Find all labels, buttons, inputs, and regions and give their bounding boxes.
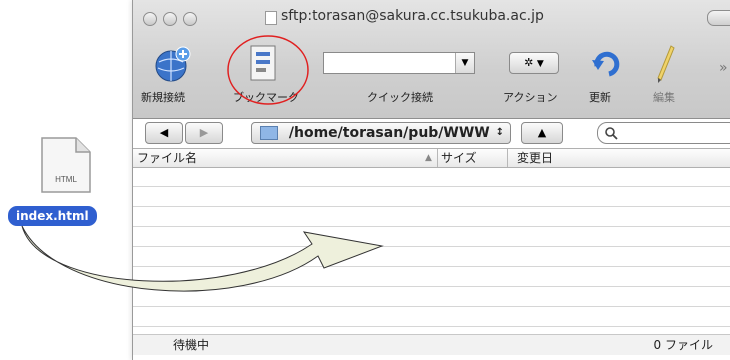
file-list-header: ファイル名 ▲ サイズ 変更日 bbox=[133, 148, 730, 168]
list-row bbox=[133, 307, 730, 327]
document-icon bbox=[265, 11, 277, 25]
path-popup[interactable]: /home/torasan/pub/WWW ↕ bbox=[251, 122, 511, 144]
status-bar: 待機中 0 ファイル bbox=[133, 334, 730, 355]
column-divider bbox=[437, 149, 438, 167]
close-button[interactable] bbox=[143, 12, 157, 26]
current-path: /home/torasan/pub/WWW bbox=[288, 125, 490, 141]
toolbar-toggle-button[interactable] bbox=[707, 10, 730, 26]
globe-plus-icon bbox=[155, 46, 191, 82]
chevron-updown-icon: ↕ bbox=[495, 127, 504, 138]
up-arrow-icon: ▲ bbox=[537, 126, 547, 139]
minimize-button[interactable] bbox=[163, 12, 177, 26]
list-row bbox=[133, 227, 730, 247]
file-name-label[interactable]: index.html bbox=[8, 206, 97, 226]
refresh-label: 更新 bbox=[589, 91, 611, 104]
file-count: 0 ファイル bbox=[653, 338, 713, 352]
sort-ascending-icon: ▲ bbox=[425, 153, 432, 163]
list-row bbox=[133, 167, 730, 187]
refresh-button[interactable] bbox=[589, 46, 629, 86]
action-menu-button[interactable]: ✲ ▼ bbox=[509, 52, 559, 74]
action-label: アクション bbox=[503, 91, 558, 104]
search-field[interactable] bbox=[597, 122, 730, 144]
toolbar-overflow-icon[interactable]: » bbox=[719, 60, 728, 76]
pencil-icon bbox=[657, 45, 675, 83]
forward-button[interactable]: ▶ bbox=[185, 122, 223, 144]
list-row bbox=[133, 287, 730, 307]
list-row bbox=[133, 207, 730, 227]
window-title-text: sftp:torasan@sakura.cc.tsukuba.ac.jp bbox=[281, 8, 544, 24]
bookmark-label: ブックマーク bbox=[233, 91, 299, 104]
quick-connect-combobox[interactable]: ▼ bbox=[323, 52, 475, 74]
edit-label: 編集 bbox=[653, 91, 675, 104]
status-text: 待機中 bbox=[173, 338, 210, 352]
sftp-window: sftp:torasan@sakura.cc.tsukuba.ac.jp 新規接… bbox=[132, 0, 730, 360]
back-arrow-icon: ◀ bbox=[159, 126, 169, 139]
list-row bbox=[133, 187, 730, 207]
back-button[interactable]: ◀ bbox=[145, 122, 183, 144]
new-connection-label: 新規接続 bbox=[141, 91, 185, 104]
html-file-icon[interactable]: HTML bbox=[38, 136, 94, 194]
quick-connect-label: クイック接続 bbox=[367, 91, 433, 104]
window-title: sftp:torasan@sakura.cc.tsukuba.ac.jp bbox=[265, 8, 544, 25]
parent-directory-button[interactable]: ▲ bbox=[521, 122, 563, 144]
refresh-icon bbox=[592, 51, 620, 77]
column-filename[interactable]: ファイル名 bbox=[137, 149, 197, 167]
chevron-down-icon: ▼ bbox=[536, 59, 544, 69]
edit-button[interactable] bbox=[653, 44, 683, 88]
column-size[interactable]: サイズ bbox=[441, 149, 477, 167]
bookmark-icon bbox=[250, 45, 276, 81]
file-type-label: HTML bbox=[55, 175, 77, 184]
forward-arrow-icon: ▶ bbox=[199, 126, 209, 139]
search-icon bbox=[605, 127, 618, 140]
zoom-button[interactable] bbox=[183, 12, 197, 26]
desktop-file[interactable]: HTML index.html bbox=[8, 136, 120, 232]
folder-icon bbox=[260, 126, 278, 140]
gear-icon: ✲ bbox=[524, 56, 534, 69]
column-divider bbox=[507, 149, 508, 167]
column-modified[interactable]: 変更日 bbox=[517, 149, 553, 167]
list-row bbox=[133, 267, 730, 287]
list-row bbox=[133, 247, 730, 267]
chevron-down-icon[interactable]: ▼ bbox=[455, 53, 474, 73]
window-toolbar: sftp:torasan@sakura.cc.tsukuba.ac.jp 新規接… bbox=[133, 0, 730, 119]
